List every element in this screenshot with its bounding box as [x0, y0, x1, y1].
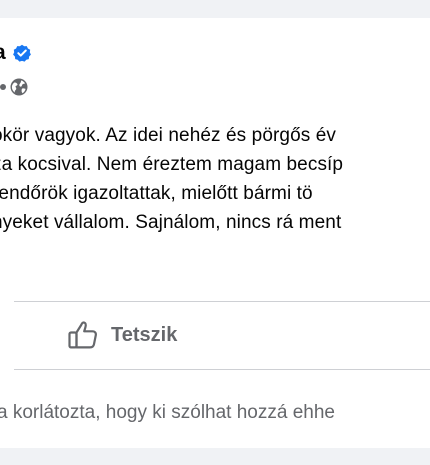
divider: [14, 369, 430, 370]
post-text-line: za kocsival. Nem éreztem magam becsíp: [0, 154, 344, 175]
post-card: a ökör vagyok. Az idei nehéz és pörgős é…: [0, 18, 430, 448]
like-button[interactable]: Tetszik: [66, 315, 177, 355]
post-header: a: [0, 40, 31, 66]
post-text-line: rendőrök igazoltattak, mielőtt bármi tö: [0, 183, 313, 204]
post-meta: [0, 76, 28, 98]
verified-badge-icon: [12, 44, 31, 62]
post-text-line: nyeket vállalom. Sajnálom, nincs rá ment: [0, 212, 342, 233]
post-body: ökör vagyok. Az idei nehéz és pörgős év …: [0, 121, 430, 237]
like-label: Tetszik: [111, 323, 178, 346]
post-text-line: ökör vagyok. Az idei nehéz és pörgős év: [0, 125, 336, 146]
globe-icon[interactable]: [10, 78, 28, 96]
author-name[interactable]: a: [0, 40, 6, 66]
thumbs-up-icon: [66, 318, 100, 352]
comment-restriction-notice: a korlátozta, hogy ki szólhat hozzá ehhe: [0, 402, 335, 423]
divider: [14, 301, 430, 302]
separator-dot: [0, 84, 6, 90]
